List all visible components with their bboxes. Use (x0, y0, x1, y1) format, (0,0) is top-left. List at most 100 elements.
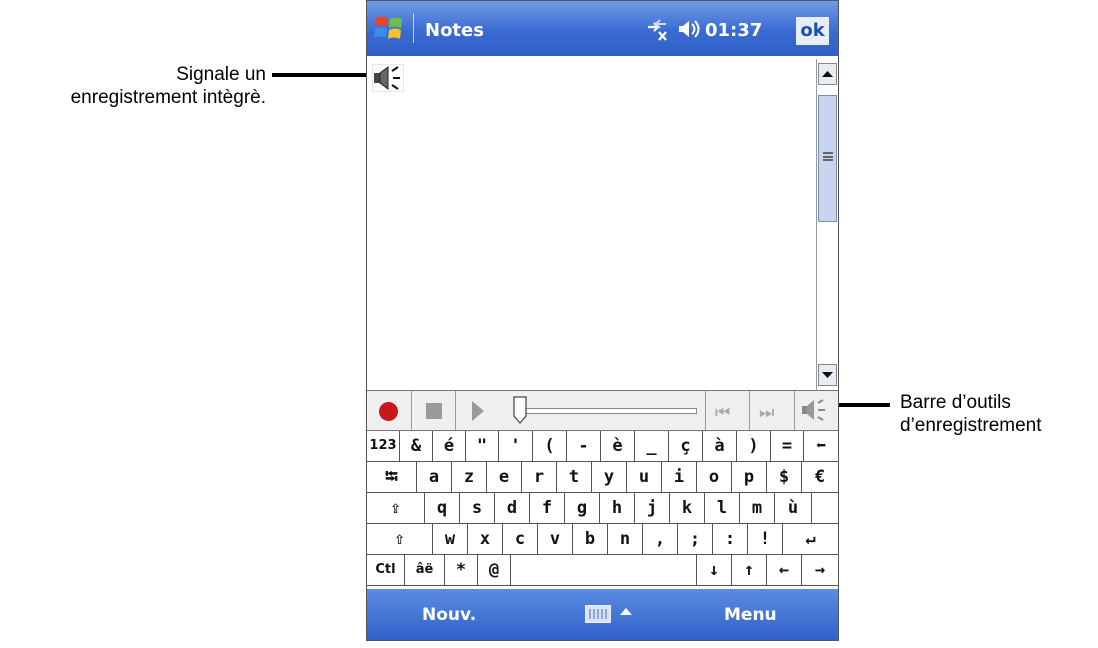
title-separator (413, 13, 414, 43)
key[interactable]: j (635, 493, 670, 523)
arrow-right-key[interactable]: → (802, 555, 838, 585)
speaker-button[interactable] (795, 391, 838, 430)
key[interactable]: g (565, 493, 600, 523)
key[interactable]: & (400, 431, 433, 461)
callout-recording-toolbar: Barre d’outils d’enregistrement (900, 391, 1096, 437)
key[interactable]: = (771, 431, 804, 461)
grip-icon (823, 152, 833, 161)
key[interactable]: _ (635, 431, 669, 461)
key[interactable]: ( (533, 431, 567, 461)
windows-start-icon[interactable] (373, 12, 405, 44)
shift-key[interactable]: ⇧ (367, 524, 433, 554)
key[interactable]: à (703, 431, 737, 461)
slider-thumb[interactable] (513, 396, 527, 424)
key[interactable]: ù (775, 493, 812, 523)
key[interactable]: u (627, 462, 662, 492)
menu-button[interactable]: Menu (724, 605, 777, 625)
key[interactable]: x (468, 524, 503, 554)
key[interactable]: ) (737, 431, 771, 461)
key[interactable]: d (495, 493, 530, 523)
stop-button[interactable] (412, 391, 456, 430)
volume-icon[interactable] (677, 18, 701, 40)
space-key[interactable] (511, 555, 697, 585)
caps-lock-key[interactable]: ⇪ (367, 493, 425, 523)
key[interactable]: é (433, 431, 466, 461)
key[interactable]: @ (478, 555, 511, 585)
backspace-key[interactable]: ⬅ (804, 431, 838, 461)
key[interactable]: $ (767, 462, 802, 492)
skip-back-button[interactable]: ⏮ (705, 391, 750, 430)
key[interactable]: ! (748, 524, 783, 554)
soft-keyboard: 123 & é " ' ( - è _ ç à ) = ⬅ ⭾ a z e r … (367, 431, 838, 588)
key[interactable]: ' (499, 431, 533, 461)
key[interactable]: v (538, 524, 573, 554)
key[interactable]: , (643, 524, 678, 554)
key[interactable]: e (487, 462, 522, 492)
key[interactable]: b (573, 524, 608, 554)
key[interactable]: : (713, 524, 748, 554)
ok-button[interactable]: ok (796, 17, 829, 45)
key[interactable]: f (530, 493, 565, 523)
key[interactable]: ; (678, 524, 713, 554)
skip-forward-button[interactable]: ⏭ (750, 391, 795, 430)
key[interactable]: r (522, 462, 557, 492)
key[interactable]: € (802, 462, 838, 492)
key[interactable]: i (662, 462, 697, 492)
key[interactable]: z (452, 462, 487, 492)
key[interactable]: p (732, 462, 767, 492)
scroll-up-button[interactable] (818, 63, 837, 85)
keyboard-row-1: 123 & é " ' ( - è _ ç à ) = ⬅ (367, 431, 838, 462)
keyboard-row-3: ⇪ q s d f g h j k l m ù (367, 493, 838, 524)
enter-key[interactable]: ↵ (783, 524, 838, 554)
embedded-recording-icon[interactable] (372, 64, 404, 92)
key[interactable]: m (740, 493, 775, 523)
arrow-left-key[interactable]: ← (767, 555, 802, 585)
key[interactable]: n (608, 524, 643, 554)
keyboard-row-2: ⭾ a z e r t y u i o p $ € (367, 462, 838, 493)
scroll-thumb[interactable] (818, 95, 837, 222)
key[interactable]: * (445, 555, 478, 585)
device-screen: Notes 01:37 ok ⏮ ⏭ 123 & é " ' (- è _ ç… (366, 0, 839, 641)
tab-key[interactable]: ⭾ (367, 462, 417, 492)
key[interactable]: " (466, 431, 499, 461)
slider-track[interactable] (525, 408, 697, 414)
key[interactable]: y (592, 462, 627, 492)
note-content-area[interactable] (367, 56, 816, 389)
record-button[interactable] (367, 391, 412, 430)
accent-key[interactable]: âë (405, 555, 445, 585)
vertical-scrollbar[interactable] (816, 59, 838, 390)
new-button[interactable]: Nouv. (422, 605, 476, 625)
key[interactable]: a (417, 462, 452, 492)
key[interactable]: s (460, 493, 495, 523)
key[interactable]: ç (669, 431, 703, 461)
arrow-up-key[interactable]: ↑ (732, 555, 767, 585)
arrow-down-key[interactable]: ↓ (697, 555, 732, 585)
key[interactable]: t (557, 462, 592, 492)
key[interactable]: 123 (367, 431, 400, 461)
input-selector-arrow-icon[interactable] (620, 608, 632, 615)
connectivity-icon[interactable] (644, 18, 670, 42)
arrow-up-icon (822, 71, 833, 77)
arrow-down-icon (822, 372, 833, 378)
title-bar: Notes 01:37 ok (367, 1, 838, 56)
clock[interactable]: 01:37 (705, 20, 762, 41)
key[interactable]: - (567, 431, 601, 461)
key[interactable]: è (601, 431, 635, 461)
scroll-down-button[interactable] (818, 364, 837, 386)
key[interactable]: o (697, 462, 732, 492)
key[interactable]: k (670, 493, 705, 523)
key[interactable]: c (503, 524, 538, 554)
position-slider[interactable] (513, 391, 699, 430)
keyboard-row-5: Ctl âë * @ ↓ ↑ ← → (367, 555, 838, 586)
keyboard-icon[interactable] (585, 605, 611, 623)
stop-icon (426, 403, 442, 419)
ctrl-key[interactable]: Ctl (367, 555, 405, 585)
key[interactable]: h (600, 493, 635, 523)
key[interactable]: w (433, 524, 468, 554)
callout-line-1: Signale un (176, 64, 266, 85)
record-icon (379, 402, 398, 421)
play-button[interactable] (456, 391, 499, 430)
leader-line-left (272, 73, 368, 77)
key[interactable]: l (705, 493, 740, 523)
key[interactable]: q (425, 493, 460, 523)
